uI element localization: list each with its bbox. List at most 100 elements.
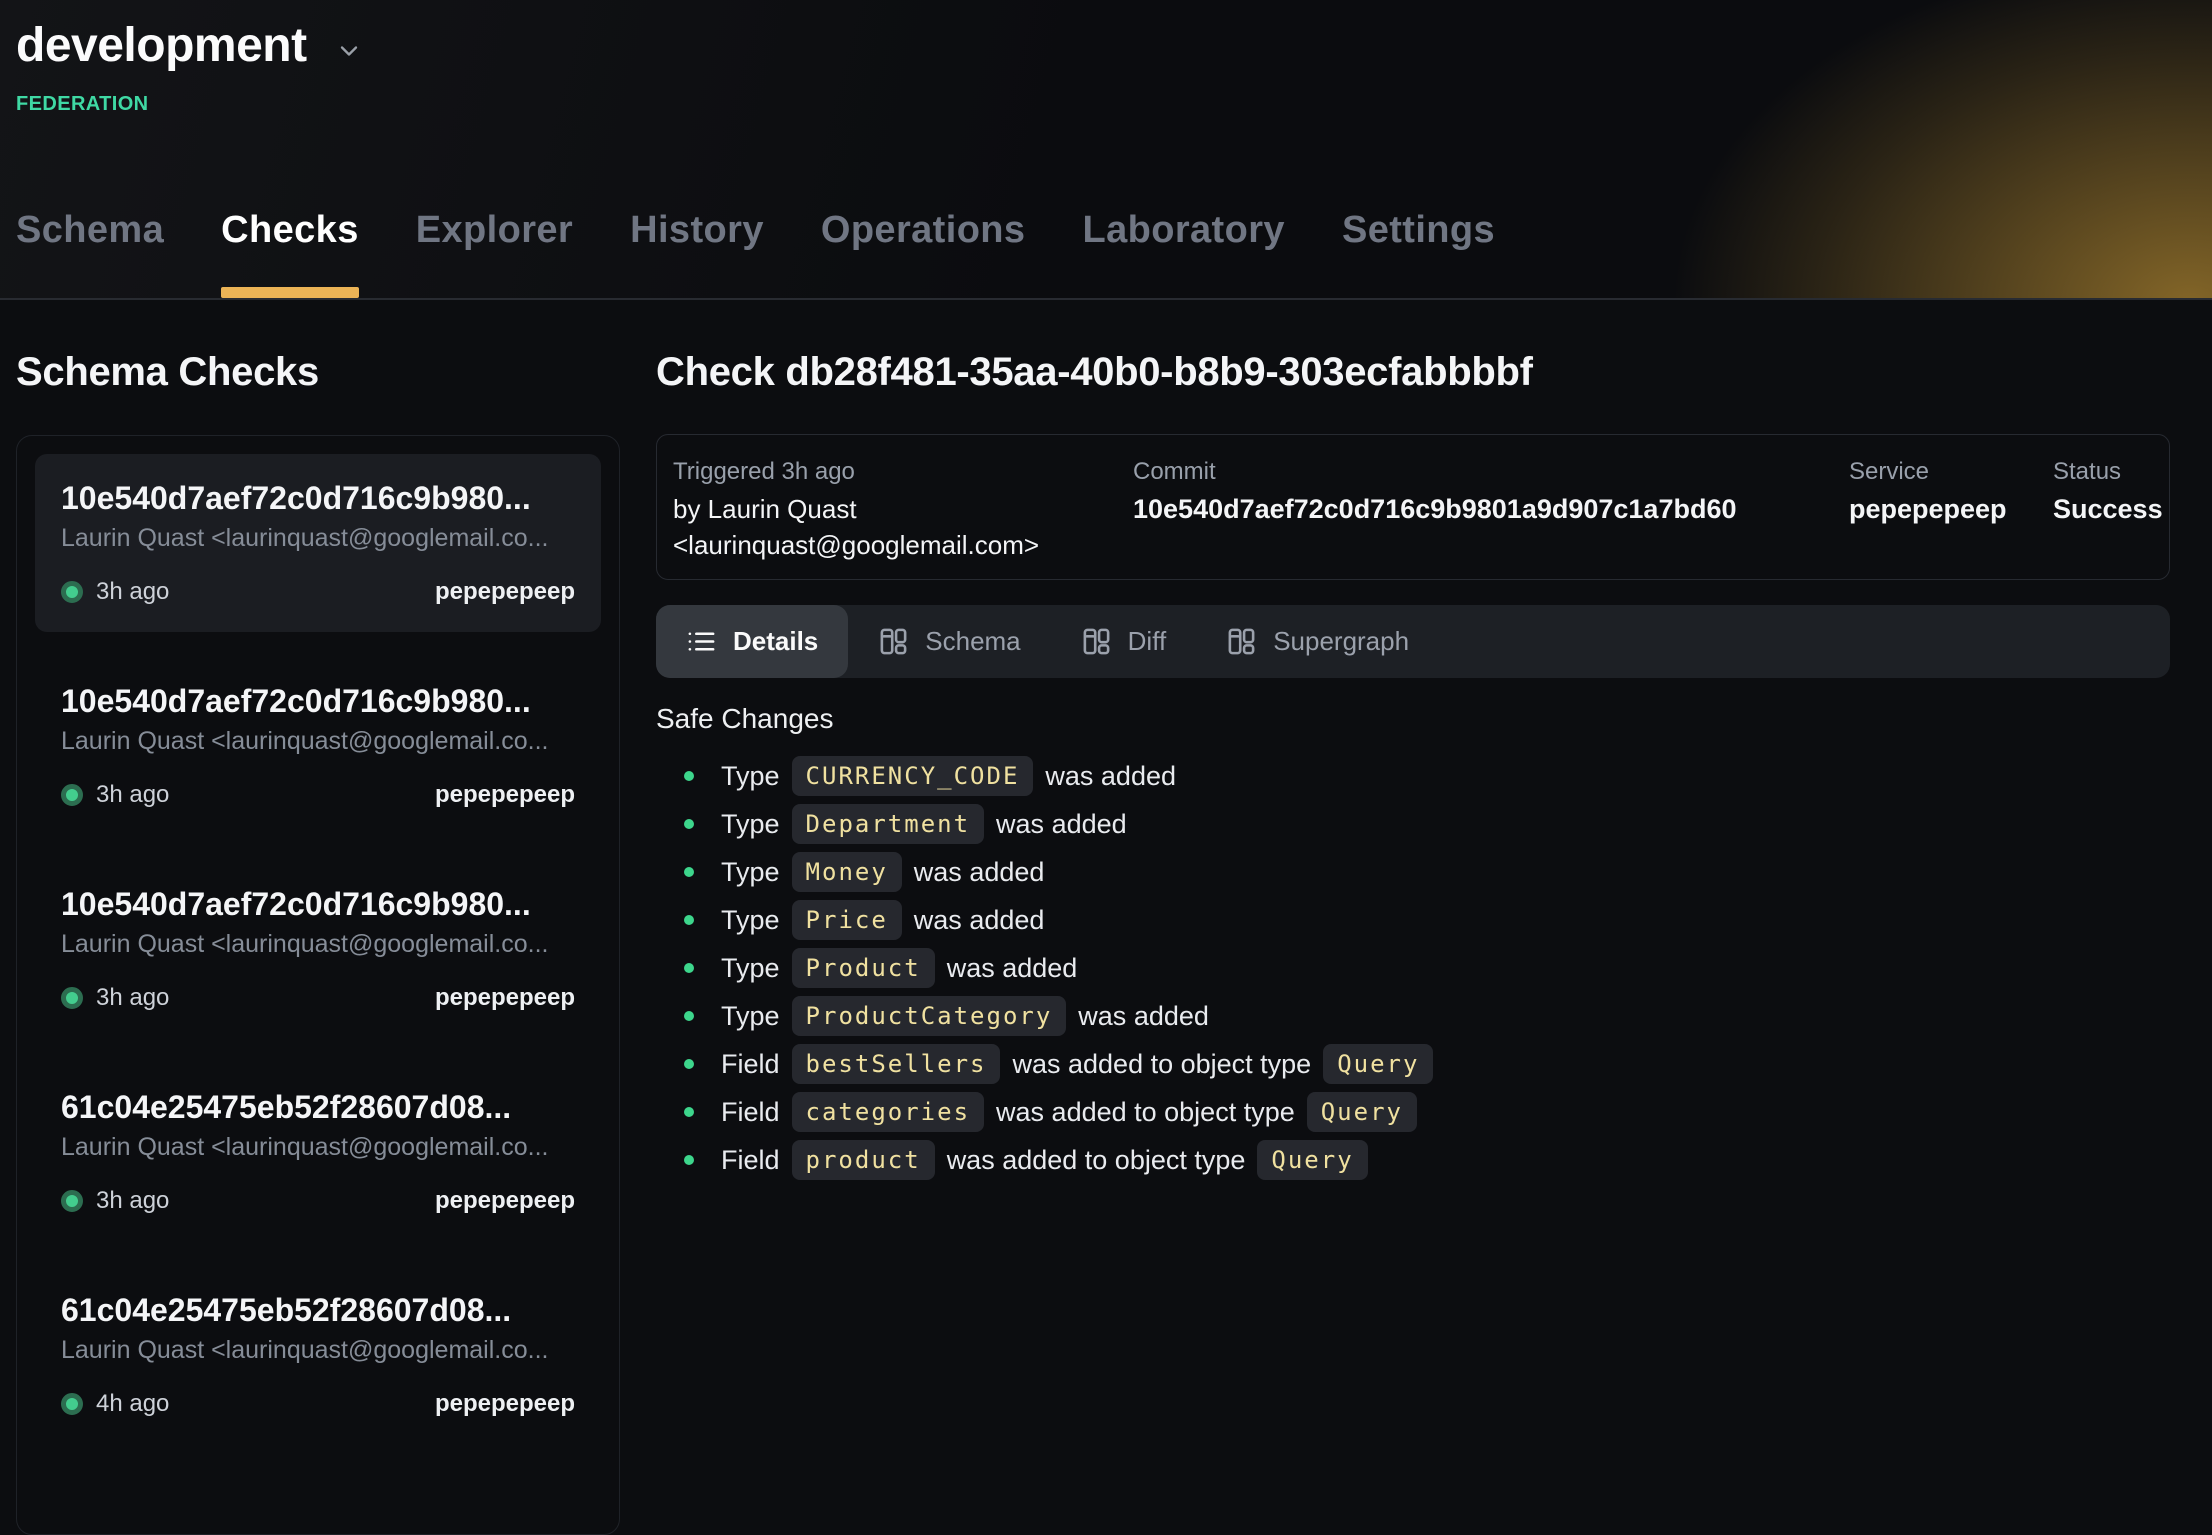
project-switcher[interactable]: development: [16, 18, 2212, 73]
meta-commit: Commit 10e540d7aef72c0d716c9b9801a9d907c…: [1133, 457, 1849, 563]
project-header: development FEDERATION Schema Checks Exp…: [0, 0, 2212, 300]
change-name-badge: CURRENCY_CODE: [792, 756, 1034, 796]
project-tabs: Schema Checks Explorer History Operation…: [16, 209, 1495, 298]
check-author: Laurin Quast <laurinquast@googlemail.co.…: [61, 928, 575, 960]
bullet-icon: [684, 1107, 694, 1117]
success-dot-icon: [61, 1190, 83, 1212]
change-text: was added: [1045, 761, 1176, 792]
list-icon: [686, 626, 717, 657]
check-service: pepepepeep: [435, 984, 575, 1012]
check-service: pepepepeep: [435, 781, 575, 809]
tab-schema[interactable]: Schema: [16, 209, 164, 298]
chevron-down-icon: [335, 37, 363, 65]
change-name-badge: Money: [792, 852, 902, 892]
view-tab-label: Diff: [1128, 626, 1167, 657]
bullet-icon: [684, 819, 694, 829]
view-tab-label: Details: [733, 626, 818, 657]
check-author: Laurin Quast <laurinquast@googlemail.co.…: [61, 522, 575, 554]
check-time: 3h ago: [96, 984, 169, 1012]
safe-changes-title: Safe Changes: [656, 702, 2170, 736]
check-view-tabs: Details Schema Diff: [656, 605, 2170, 678]
triggered-by: by Laurin Quast: [673, 491, 1133, 527]
service-name: pepepepeep: [1849, 491, 2053, 527]
check-hash: 10e540d7aef72c0d716c9b980...: [61, 478, 575, 518]
change-target-badge: Query: [1257, 1140, 1367, 1180]
project-name: development: [16, 18, 307, 73]
change-kind: Field: [721, 1049, 780, 1080]
columns-icon: [878, 626, 909, 657]
tab-checks[interactable]: Checks: [221, 209, 359, 298]
change-row: Type Department was added: [656, 800, 2170, 848]
change-name-badge: Department: [792, 804, 985, 844]
check-service: pepepepeep: [435, 1187, 575, 1215]
check-author: Laurin Quast <laurinquast@googlemail.co.…: [61, 1334, 575, 1366]
change-kind: Field: [721, 1145, 780, 1176]
view-tab-details[interactable]: Details: [656, 605, 848, 678]
success-dot-icon: [61, 1393, 83, 1415]
change-name-badge: Price: [792, 900, 902, 940]
bullet-icon: [684, 867, 694, 877]
change-target-badge: Query: [1307, 1092, 1417, 1132]
check-title: Check db28f481-35aa-40b0-b8b9-303ecfabbb…: [656, 348, 2170, 396]
bullet-icon: [684, 1155, 694, 1165]
check-service: pepepepeep: [435, 578, 575, 606]
view-tab-schema[interactable]: Schema: [848, 605, 1050, 678]
bullet-icon: [684, 915, 694, 925]
check-time: 3h ago: [96, 578, 169, 606]
check-author: Laurin Quast <laurinquast@googlemail.co.…: [61, 725, 575, 757]
change-kind: Type: [721, 1001, 780, 1032]
view-tab-diff[interactable]: Diff: [1051, 605, 1197, 678]
check-list-item[interactable]: 10e540d7aef72c0d716c9b980... Laurin Quas…: [35, 860, 601, 1038]
check-list-item[interactable]: 61c04e25475eb52f28607d08... Laurin Quast…: [35, 1063, 601, 1241]
columns-icon: [1081, 626, 1112, 657]
check-time: 3h ago: [96, 781, 169, 809]
success-dot-icon: [61, 581, 83, 603]
success-dot-icon: [61, 784, 83, 806]
check-detail-panel: Check db28f481-35aa-40b0-b8b9-303ecfabbb…: [656, 348, 2170, 1535]
change-text: was added to object type: [947, 1145, 1246, 1176]
change-target-badge: Query: [1323, 1044, 1433, 1084]
check-list-item[interactable]: 10e540d7aef72c0d716c9b980... Laurin Quas…: [35, 454, 601, 632]
meta-service: Service pepepepeep: [1849, 457, 2053, 563]
view-tab-supergraph[interactable]: Supergraph: [1196, 605, 1439, 678]
view-tab-label: Supergraph: [1273, 626, 1409, 657]
tab-laboratory[interactable]: Laboratory: [1082, 209, 1284, 298]
bullet-icon: [684, 963, 694, 973]
meta-triggered: Triggered 3h ago by Laurin Quast <laurin…: [673, 457, 1133, 563]
triggered-label: Triggered 3h ago: [673, 457, 1133, 487]
check-meta-box: Triggered 3h ago by Laurin Quast <laurin…: [656, 434, 2170, 580]
change-name-badge: Product: [792, 948, 935, 988]
status-label: Status: [2053, 457, 2163, 487]
success-dot-icon: [61, 987, 83, 1009]
bullet-icon: [684, 1059, 694, 1069]
check-list-item[interactable]: 61c04e25475eb52f28607d08... Laurin Quast…: [35, 1266, 601, 1444]
change-text: was added: [914, 905, 1045, 936]
safe-changes-list: Type CURRENCY_CODE was added Type Depart…: [656, 752, 2170, 1184]
commit-label: Commit: [1133, 457, 1849, 487]
commit-hash: 10e540d7aef72c0d716c9b9801a9d907c1a7bd60: [1133, 491, 1849, 527]
change-text: was added to object type: [996, 1097, 1295, 1128]
project-type-badge: FEDERATION: [16, 93, 2212, 116]
check-service: pepepepeep: [435, 1390, 575, 1418]
tab-explorer[interactable]: Explorer: [416, 209, 573, 298]
change-row: Field categories was added to object typ…: [656, 1088, 2170, 1136]
check-list-item[interactable]: 10e540d7aef72c0d716c9b980... Laurin Quas…: [35, 657, 601, 835]
change-name-badge: bestSellers: [792, 1044, 1001, 1084]
change-row: Type Product was added: [656, 944, 2170, 992]
tab-settings[interactable]: Settings: [1342, 209, 1495, 298]
change-kind: Type: [721, 809, 780, 840]
change-kind: Type: [721, 905, 780, 936]
main-content: Schema Checks 10e540d7aef72c0d716c9b980.…: [0, 300, 2212, 1535]
change-kind: Type: [721, 953, 780, 984]
tab-operations[interactable]: Operations: [821, 209, 1026, 298]
tab-history[interactable]: History: [630, 209, 764, 298]
check-time: 3h ago: [96, 1187, 169, 1215]
change-kind: Field: [721, 1097, 780, 1128]
change-row: Type Price was added: [656, 896, 2170, 944]
change-text: was added: [1078, 1001, 1209, 1032]
status-value: Success: [2053, 491, 2163, 527]
sidebar-title: Schema Checks: [16, 348, 620, 396]
check-author: Laurin Quast <laurinquast@googlemail.co.…: [61, 1131, 575, 1163]
change-row: Type ProductCategory was added: [656, 992, 2170, 1040]
schema-checks-sidebar: Schema Checks 10e540d7aef72c0d716c9b980.…: [16, 348, 620, 1535]
